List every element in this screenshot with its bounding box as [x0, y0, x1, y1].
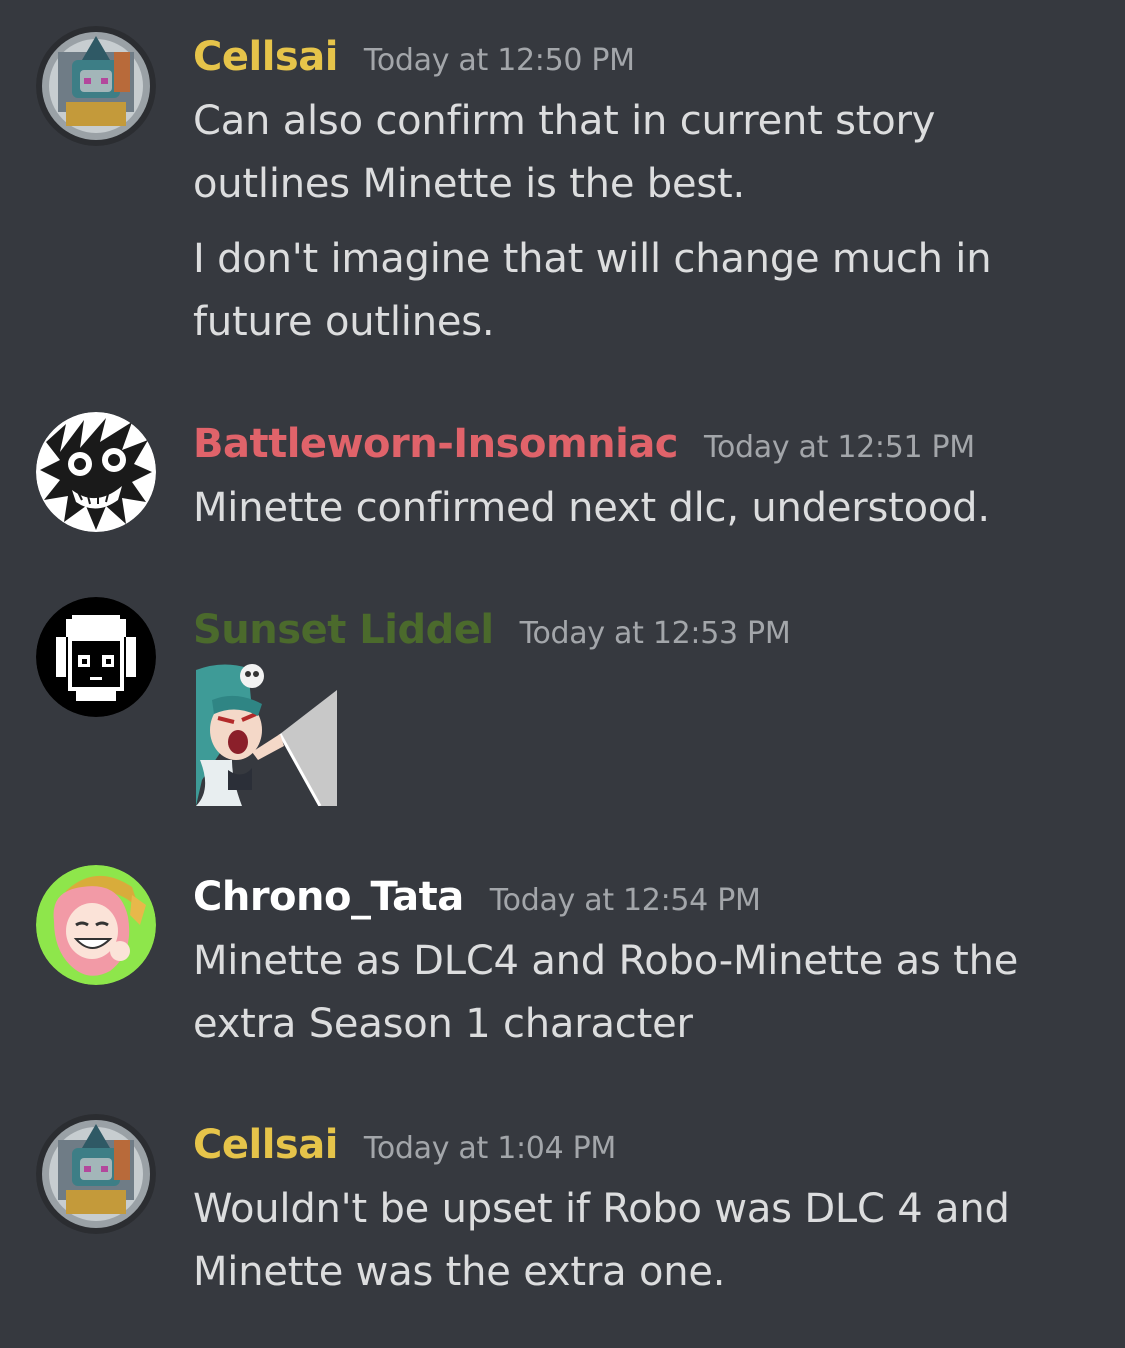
username[interactable]: Sunset Liddel — [193, 607, 494, 653]
message-content: Minette confirmed next dlc, understood. — [193, 477, 1093, 540]
username[interactable]: Cellsai — [193, 34, 338, 80]
username[interactable]: Cellsai — [193, 1122, 338, 1168]
avatar[interactable] — [36, 412, 156, 532]
message-text: Wouldn't be upset if Robo was DLC 4 and … — [193, 1186, 1010, 1295]
timestamp[interactable]: Today at 12:50 PM — [364, 43, 635, 78]
username[interactable]: Chrono_Tata — [193, 874, 464, 920]
message-header: Cellsai Today at 1:04 PM — [193, 1122, 616, 1178]
message-content: Can also confirm that in current story o… — [193, 90, 1093, 354]
message-header: Battleworn-Insomniac Today at 12:51 PM — [193, 421, 975, 477]
message-content: Wouldn't be upset if Robo was DLC 4 and … — [193, 1178, 1093, 1304]
timestamp[interactable]: Today at 12:54 PM — [490, 883, 761, 918]
message-text: Can also confirm that in current story o… — [193, 98, 936, 207]
timestamp[interactable]: Today at 12:53 PM — [520, 616, 791, 651]
timestamp[interactable]: Today at 12:51 PM — [704, 430, 975, 465]
timestamp[interactable]: Today at 1:04 PM — [364, 1131, 616, 1166]
message-header: Sunset Liddel Today at 12:53 PM — [193, 607, 791, 663]
message-text: Minette as DLC4 and Robo-Minette as the … — [193, 938, 1019, 1047]
username[interactable]: Battleworn-Insomniac — [193, 421, 679, 467]
message-content: Minette as DLC4 and Robo-Minette as the … — [193, 930, 1093, 1056]
message-header: Cellsai Today at 12:50 PM — [193, 34, 635, 90]
message-text: Minette confirmed next dlc, understood. — [193, 485, 990, 531]
avatar[interactable] — [36, 597, 156, 717]
message-header: Chrono_Tata Today at 12:54 PM — [193, 874, 761, 930]
avatar[interactable] — [36, 26, 156, 146]
message-text: I don't imagine that will change much in… — [193, 236, 992, 345]
avatar[interactable] — [36, 1114, 156, 1234]
avatar[interactable] — [36, 865, 156, 985]
minette-screaming-sticker[interactable] — [192, 660, 337, 807]
